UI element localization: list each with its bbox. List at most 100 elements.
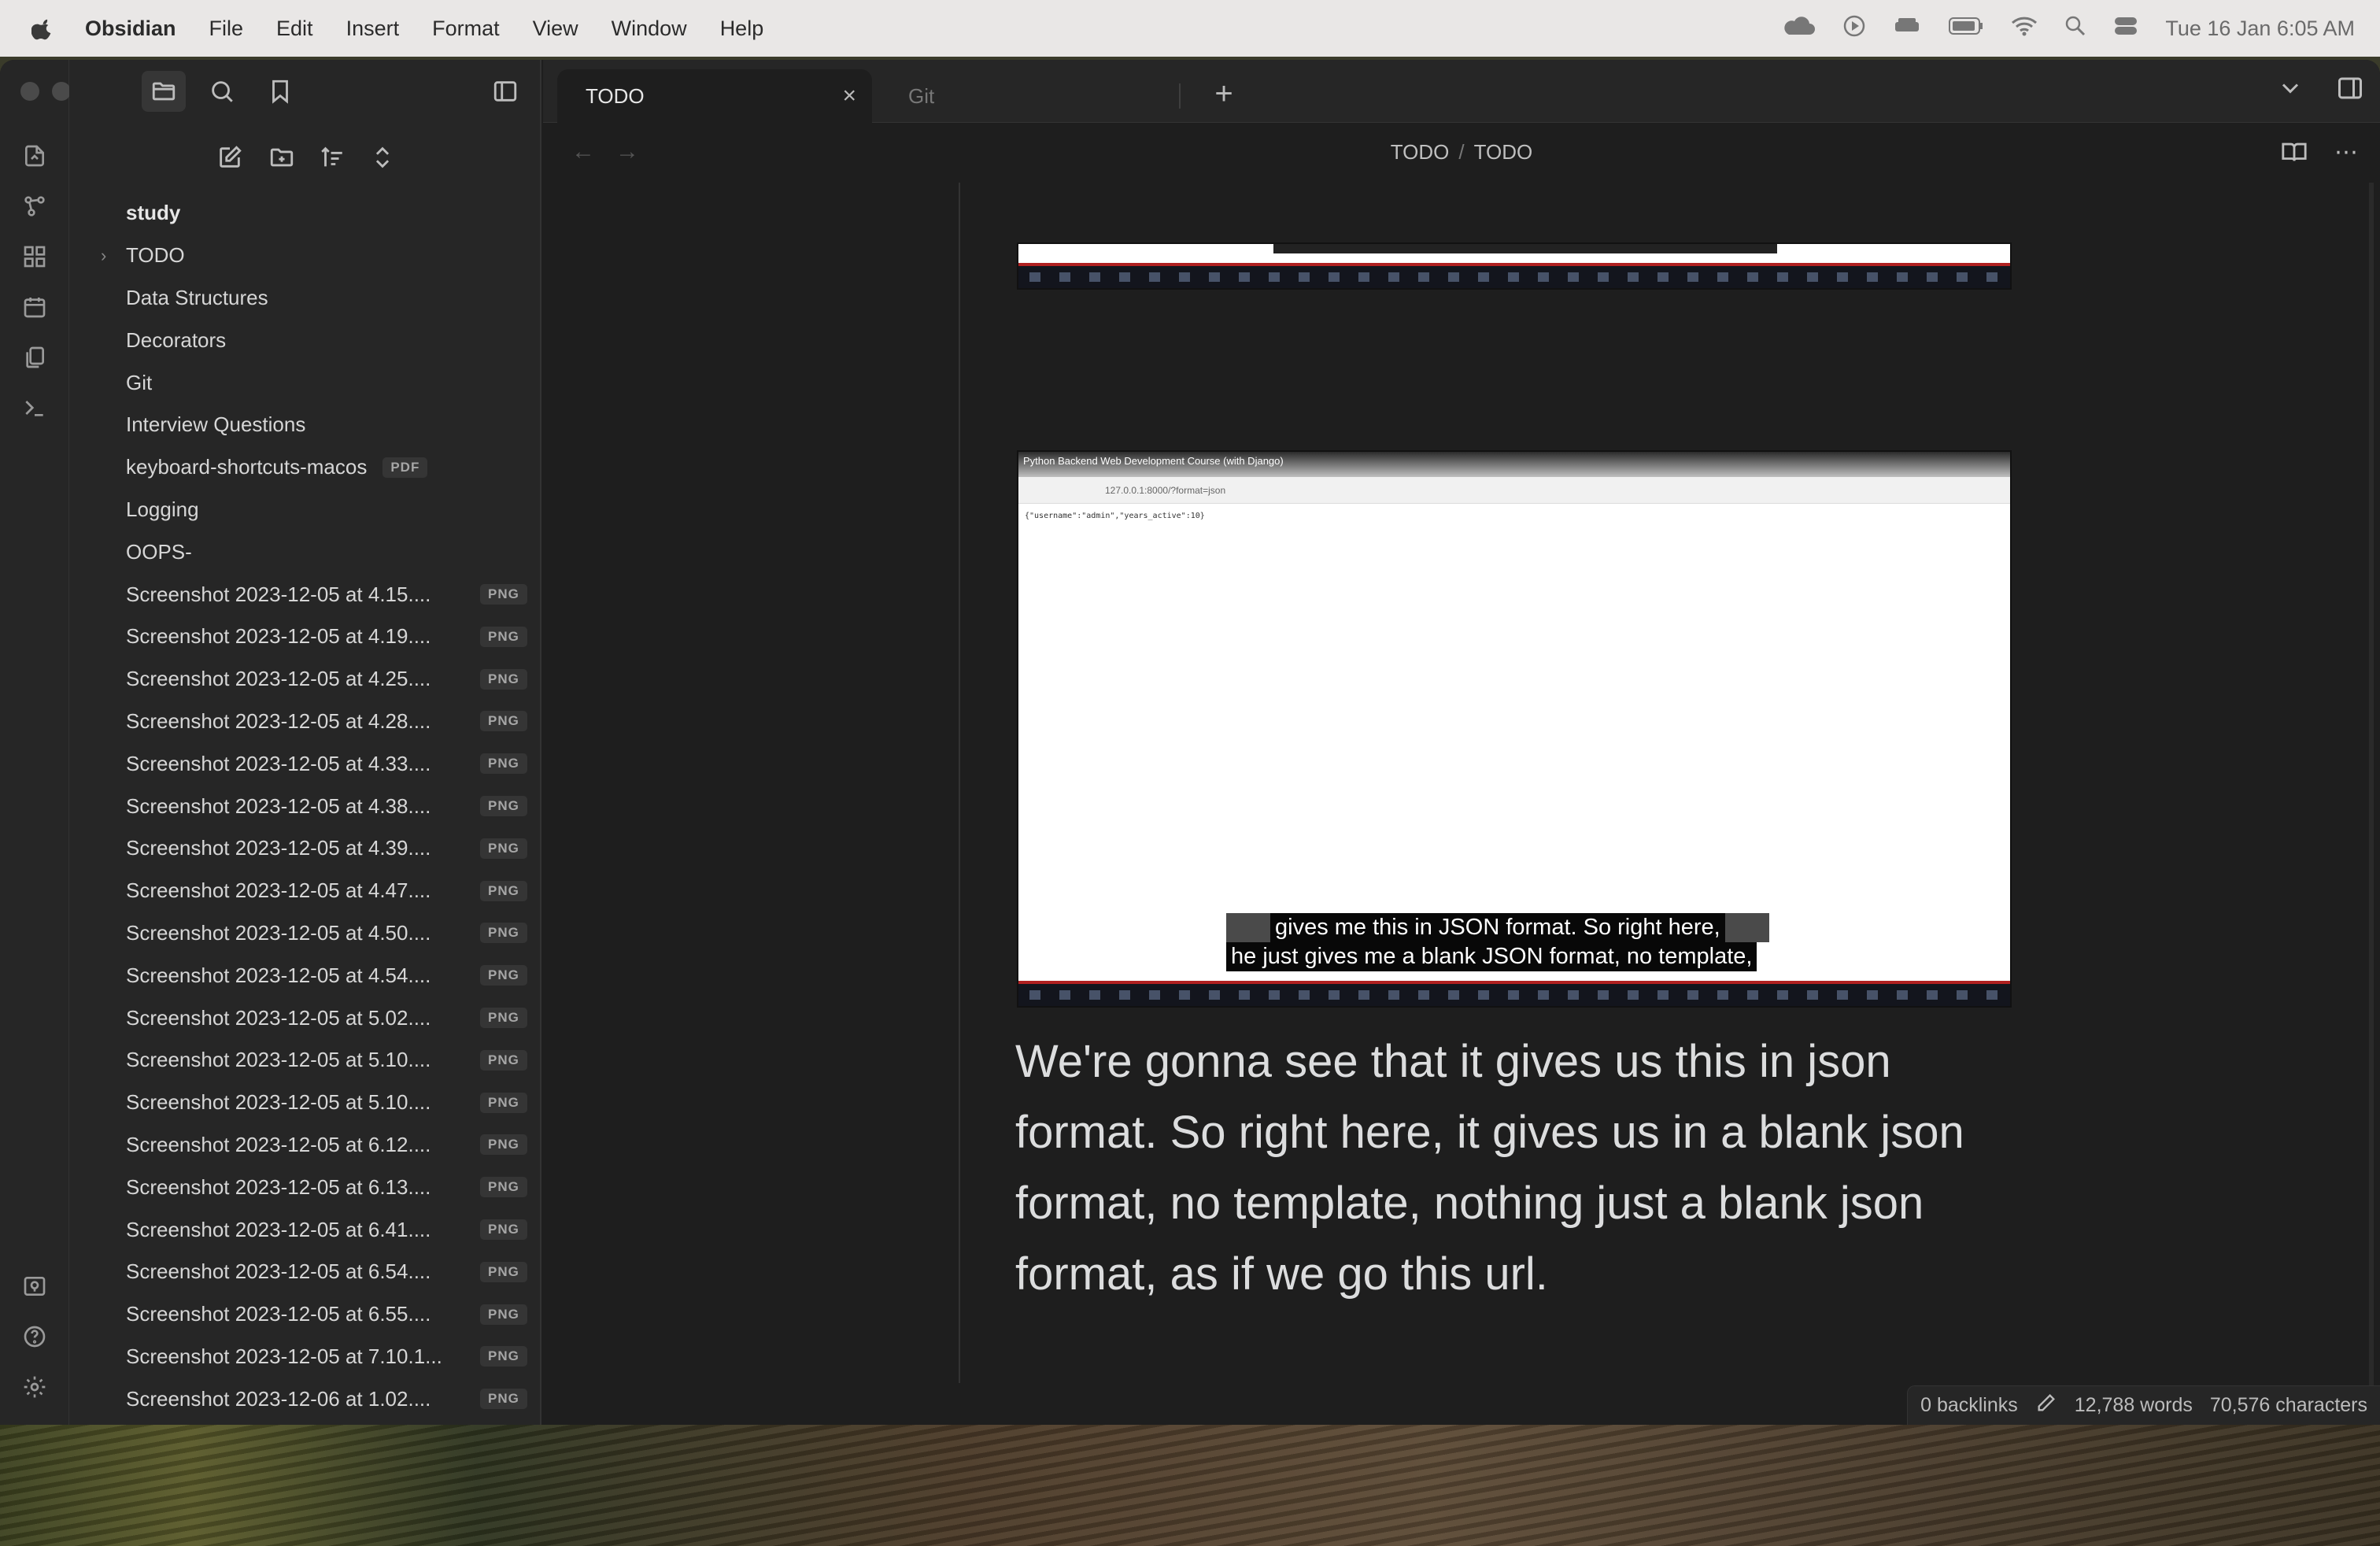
minimize-window-button[interactable] — [52, 82, 71, 101]
file-type-badge: PDF — [382, 457, 428, 478]
tree-file[interactable]: Screenshot 2023-12-05 at 4.54.... PNG — [69, 954, 541, 997]
menu-app-name[interactable]: Obsidian — [85, 17, 176, 41]
settings-gear-icon[interactable] — [17, 1370, 52, 1404]
tree-file[interactable]: Screenshot 2023-12-05 at 4.19.... PNG — [69, 616, 541, 658]
search-icon[interactable] — [200, 71, 244, 112]
file-type-badge: PNG — [480, 711, 527, 732]
tree-file[interactable]: Screenshot 2023-12-05 at 6.54.... PNG — [69, 1251, 541, 1293]
battery-icon[interactable] — [1948, 16, 1984, 42]
tree-file[interactable]: Screenshot 2023-12-05 at 5.10.... PNG — [69, 1039, 541, 1082]
new-tab-button[interactable]: + — [1204, 74, 1244, 113]
reading-view-book-icon[interactable] — [2281, 139, 2308, 172]
breadcrumb-folder[interactable]: TODO — [1391, 140, 1450, 164]
tree-file[interactable]: Screenshot 2023-12-05 at 6.12.... PNG — [69, 1124, 541, 1167]
tree-item-label: Screenshot 2023-12-05 at 4.54.... — [126, 963, 431, 987]
wifi-icon[interactable] — [2011, 15, 2038, 43]
car-icon[interactable] — [1893, 14, 1921, 43]
menubar-clock[interactable]: Tue 16 Jan 6:05 AM — [2165, 17, 2355, 41]
file-explorer-sidebar: study › TODO Data Structures Decorators G… — [69, 60, 541, 1425]
tree-file[interactable]: keyboard-shortcuts-macos PDF — [69, 446, 541, 489]
tree-file[interactable]: OOPS- — [69, 531, 541, 573]
apple-icon[interactable] — [30, 15, 57, 42]
tree-file[interactable]: Screenshot 2023-12-06 at 1.02.... PNG — [69, 1378, 541, 1420]
menu-insert[interactable]: Insert — [346, 17, 400, 41]
new-folder-icon[interactable] — [260, 137, 304, 178]
tree-file[interactable]: Screenshot 2023-12-05 at 7.10.1... PNG — [69, 1336, 541, 1378]
tree-file[interactable]: Screenshot 2023-12-05 at 4.39.... PNG — [69, 827, 541, 870]
menu-format[interactable]: Format — [432, 17, 500, 41]
tree-item-label: Screenshot 2023-12-05 at 4.15.... — [126, 582, 431, 606]
open-quick-switcher-icon[interactable] — [17, 139, 52, 173]
tree-file[interactable]: Screenshot 2023-12-05 at 5.10.... PNG — [69, 1082, 541, 1124]
tree-item-label: Screenshot 2023-12-05 at 4.38.... — [126, 793, 431, 818]
tree-item-label: Screenshot 2023-12-05 at 6.13.... — [126, 1174, 431, 1199]
tree-file[interactable]: Screenshot 2023-12-05 at 6.55.... PNG — [69, 1293, 541, 1336]
menu-edit[interactable]: Edit — [276, 17, 313, 41]
tree-file[interactable]: Screenshot 2023-12-05 at 4.28.... PNG — [69, 701, 541, 743]
calendar-icon[interactable] — [17, 290, 52, 324]
terminal-icon[interactable] — [17, 390, 52, 425]
templates-icon[interactable] — [17, 340, 52, 375]
menu-window[interactable]: Window — [612, 17, 687, 41]
tree-file[interactable]: Screenshot 2023-12-05 at 4.38.... PNG — [69, 785, 541, 827]
close-tab-icon[interactable]: × — [842, 83, 856, 109]
tree-file[interactable]: Screenshot 2023-12-05 at 4.47.... PNG — [69, 870, 541, 912]
tree-file[interactable]: Data Structures — [69, 277, 541, 320]
play-circle-icon[interactable] — [1842, 14, 1866, 43]
file-type-badge: PNG — [480, 880, 527, 901]
tree-file[interactable]: Screenshot 2023-12-05 at 4.33.... PNG — [69, 742, 541, 785]
menu-view[interactable]: View — [533, 17, 578, 41]
toggle-sidebar-icon[interactable] — [483, 71, 527, 112]
file-type-badge: PNG — [480, 796, 527, 817]
note-paragraph[interactable]: We're gonna see that it gives us this in… — [1015, 1026, 2023, 1310]
tab-label: TODO — [586, 83, 645, 108]
backlinks-count[interactable]: 0 backlinks — [1920, 1394, 2018, 1417]
chevron-right-icon[interactable]: › — [101, 235, 106, 277]
close-window-button[interactable] — [20, 82, 39, 101]
control-center-icon[interactable] — [2113, 15, 2138, 43]
editor-content[interactable]: Python Backend Web Development Course (w… — [543, 183, 2380, 1425]
spotlight-search-icon[interactable] — [2064, 15, 2086, 43]
edit-mode-pencil-icon[interactable] — [2035, 1392, 2057, 1419]
word-count: 12,788 words — [2074, 1394, 2193, 1416]
tab-list-chevron-down-icon[interactable] — [2276, 74, 2304, 106]
files-folder-icon[interactable] — [142, 71, 186, 112]
tree-file[interactable]: Screenshot 2023-12-05 at 4.25.... PNG — [69, 658, 541, 701]
embedded-screenshot-image[interactable] — [1017, 242, 2012, 290]
tab-git[interactable]: Git — [880, 69, 1195, 123]
tree-item-label: Screenshot 2023-12-05 at 4.50.... — [126, 920, 431, 945]
canvas-icon[interactable] — [17, 239, 52, 274]
tree-file[interactable]: Screenshot 2023-12-05 at 6.13.... PNG — [69, 1166, 541, 1208]
tree-file[interactable]: Screenshot 2023-12-05 at 4.15.... PNG — [69, 573, 541, 616]
tree-file[interactable]: Screenshot 2023-12-05 at 5.02.... PNG — [69, 997, 541, 1039]
menu-help[interactable]: Help — [720, 17, 764, 41]
file-type-badge: PNG — [480, 1346, 527, 1367]
graph-view-icon[interactable] — [17, 189, 52, 224]
expand-collapse-icon[interactable] — [360, 137, 405, 178]
breadcrumb-file[interactable]: TODO — [1474, 140, 1533, 164]
video-controls-bar — [1018, 263, 2010, 288]
tree-folder-todo[interactable]: › TODO — [69, 235, 541, 277]
tree-file[interactable]: Interview Questions — [69, 404, 541, 446]
tab-label: Git — [908, 83, 935, 108]
desktop-wallpaper — [0, 1425, 2380, 1546]
cloud-icon[interactable] — [1781, 14, 1816, 43]
toggle-right-sidebar-icon[interactable] — [2336, 74, 2364, 106]
scrollbar[interactable] — [2369, 183, 2374, 1418]
tree-file[interactable]: Logging — [69, 489, 541, 531]
help-icon[interactable] — [17, 1319, 52, 1354]
menu-file[interactable]: File — [209, 17, 244, 41]
tab-todo[interactable]: TODO × — [557, 69, 872, 123]
tree-file[interactable]: Screenshot 2023-12-05 at 6.41.... PNG — [69, 1208, 541, 1251]
tree-file[interactable]: Git — [69, 361, 541, 404]
vault-root-study[interactable]: study — [69, 192, 541, 235]
file-type-badge: PNG — [480, 1261, 527, 1282]
new-note-icon[interactable] — [208, 137, 252, 178]
bookmark-icon[interactable] — [258, 71, 302, 112]
embedded-screenshot-image[interactable]: Python Backend Web Development Course (w… — [1017, 450, 2012, 1008]
tree-file[interactable]: Screenshot 2023-12-05 at 4.50.... PNG — [69, 912, 541, 955]
sort-order-icon[interactable] — [310, 137, 354, 178]
vault-switcher-icon[interactable] — [17, 1269, 52, 1304]
tree-file[interactable]: Decorators — [69, 319, 541, 361]
more-options-icon[interactable]: ⋯ — [2334, 139, 2358, 172]
